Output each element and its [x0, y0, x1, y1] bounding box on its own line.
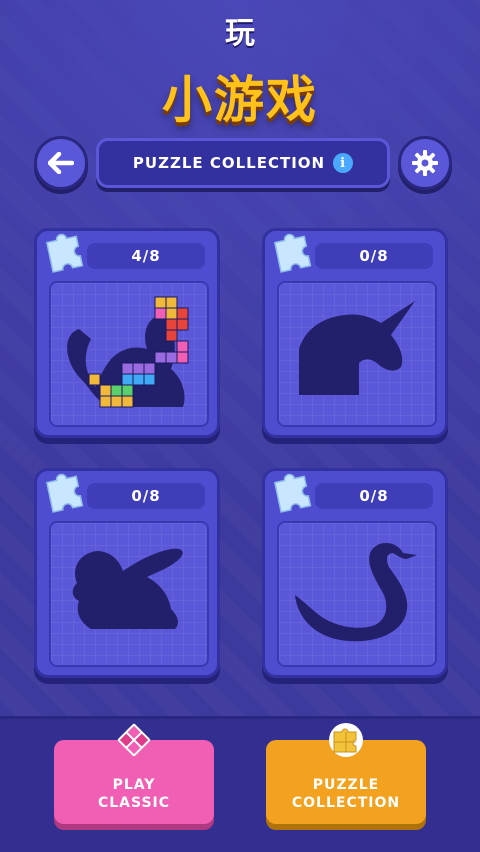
rabbit-silhouette: [72, 548, 183, 629]
jigsaw-piece-icon: [273, 473, 312, 513]
puzzle-board[interactable]: [49, 521, 209, 667]
puzzle-board[interactable]: [49, 281, 209, 427]
puzzle-progress: 0/8: [87, 483, 205, 509]
collection-label-line2: COLLECTION: [291, 795, 401, 811]
info-icon[interactable]: i: [333, 153, 354, 173]
app-title: 小游戏: [162, 71, 318, 129]
cat-silhouette: [67, 296, 189, 408]
puzzle-board[interactable]: [277, 281, 437, 427]
jigsaw-piece-icon: [45, 473, 84, 513]
settings-button[interactable]: [398, 136, 452, 190]
puzzle-board[interactable]: [277, 521, 437, 667]
collection-label-line1: PUZZLE: [312, 777, 380, 793]
page-title: PUZZLE COLLECTION: [132, 154, 326, 172]
play-classic-button[interactable]: PLAY CLASSIC: [54, 723, 214, 824]
overlay-top-title: 玩: [225, 16, 255, 51]
jigsaw-piece-icon: [273, 233, 312, 273]
unicorn-silhouette: [299, 301, 415, 395]
header-bar: PUZZLE COLLECTION i: [96, 138, 390, 188]
back-button[interactable]: [34, 136, 88, 190]
jigsaw-piece-icon: [45, 233, 84, 273]
gear-icon: [412, 150, 438, 176]
swan-silhouette: [295, 542, 417, 642]
puzzle-card-unicorn[interactable]: 0/8: [262, 228, 448, 438]
puzzle-progress: 0/8: [315, 243, 433, 269]
puzzle-card-swan[interactable]: 0/8: [262, 468, 448, 678]
play-label-line1: PLAY: [112, 777, 156, 793]
puzzle-collection-button[interactable]: PUZZLE COLLECTION: [266, 723, 426, 824]
puzzle-card-rabbit[interactable]: 0/8: [34, 468, 220, 678]
play-label-line2: CLASSIC: [97, 795, 171, 811]
jigsaw-cluster-icon: [329, 723, 363, 757]
puzzle-progress: 0/8: [315, 483, 433, 509]
puzzle-progress: 4/8: [87, 243, 205, 269]
arrow-left-icon: [48, 152, 74, 174]
diamond-grid-icon: [117, 723, 151, 757]
puzzle-card-cat[interactable]: 4/8: [34, 228, 220, 438]
